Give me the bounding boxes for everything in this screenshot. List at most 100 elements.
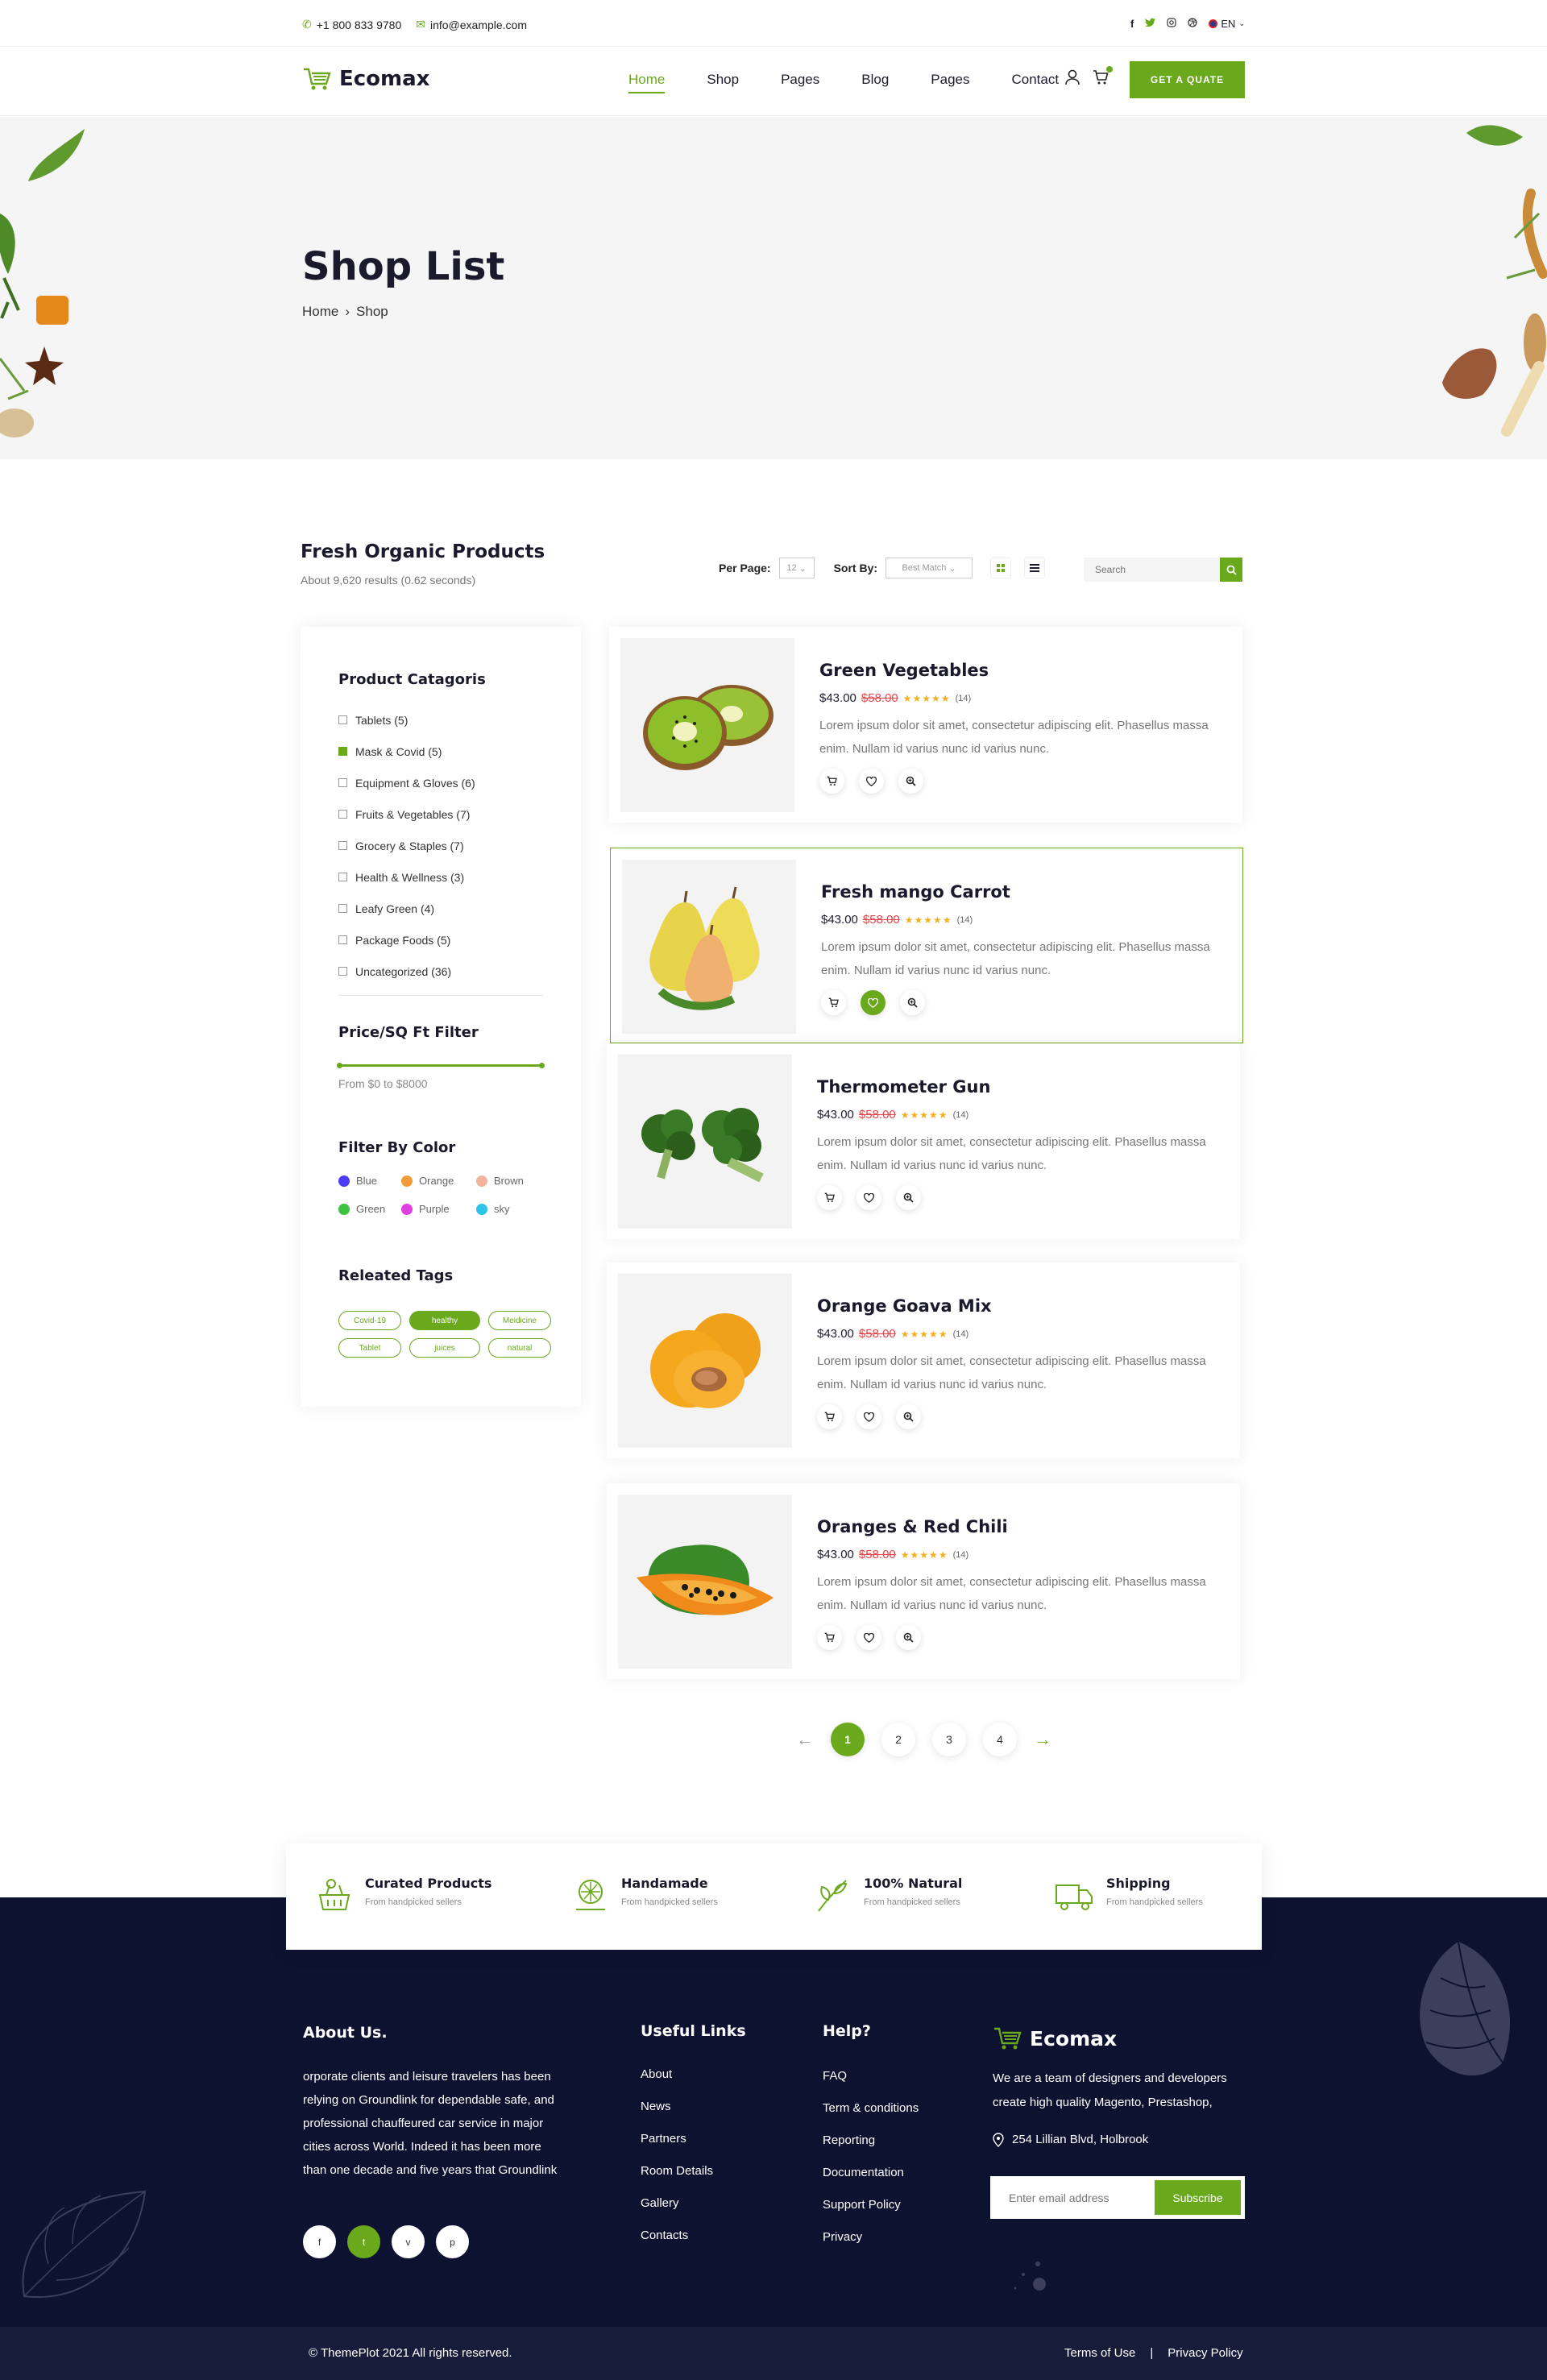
product-card[interactable]: Fresh mango Carrot $43.00 $58.00 ★★★★★ (14) L… [610,848,1243,1043]
per-page-select[interactable]: 12 ⌄ [778,558,815,578]
next-arrow-icon[interactable]: → [1034,1729,1051,1750]
footer-link[interactable]: About [641,2059,713,2091]
product-name[interactable]: Fresh mango Carrot [821,882,1010,902]
category-item[interactable]: Tablets (5) [338,704,475,736]
quick-view-button[interactable] [898,769,923,794]
category-item[interactable]: Fruits & Vegetables (7) [338,798,475,830]
category-item[interactable]: Grocery & Staples (7) [338,830,475,861]
email-contact[interactable]: ✉ info@example.com [416,18,527,31]
tag-chip[interactable]: Covid-19 [338,1311,401,1330]
color-option[interactable]: sky [476,1203,541,1215]
menu-contact[interactable]: Contact [1012,72,1060,93]
sort-select[interactable]: Best Match ⌄ [885,558,973,578]
list-view-icon[interactable] [1024,558,1046,578]
quick-view-button[interactable] [900,990,925,1015]
dribbble-icon[interactable] [1188,18,1197,30]
product-card[interactable]: Orange Goava Mix $43.00 $58.00 ★★★★★ (14) Lor… [607,1263,1240,1458]
get-a-quote-button[interactable]: GET A QUATE [1130,61,1245,98]
wishlist-button[interactable] [861,990,885,1015]
footer-link[interactable]: Room Details [641,2155,713,2187]
tag-chip[interactable]: healthy [409,1311,480,1330]
phone-contact[interactable]: ✆ +1 800 833 9780 [302,18,401,31]
category-item[interactable]: Package Foods (5) [338,924,475,956]
search-input[interactable] [1084,558,1220,582]
tag-chip[interactable]: natural [488,1338,551,1358]
checkbox[interactable] [338,935,347,944]
menu-shop[interactable]: Shop [707,72,739,93]
page-3[interactable]: 3 [932,1723,966,1756]
checkbox[interactable] [338,747,347,756]
terms-link[interactable]: Terms of Use [1064,2346,1135,2360]
wishlist-button[interactable] [856,1625,881,1650]
prev-arrow-icon[interactable]: ← [796,1729,814,1750]
checkbox[interactable] [338,715,347,724]
footer-link[interactable]: Contacts [641,2220,713,2252]
product-name[interactable]: Orange Goava Mix [817,1296,992,1316]
page-2[interactable]: 2 [881,1723,915,1756]
add-to-cart-button[interactable] [817,1625,842,1650]
product-name[interactable]: Oranges & Red Chili [817,1517,1008,1536]
color-option[interactable]: Blue [338,1175,401,1187]
footer-link[interactable]: Reporting [823,2125,919,2157]
logo[interactable]: Ecomax [302,66,429,92]
twitter-icon[interactable]: t [347,2225,380,2258]
grid-view-icon[interactable] [990,558,1012,578]
category-item[interactable]: Equipment & Gloves (6) [338,767,475,798]
facebook-icon[interactable]: f [1130,18,1134,30]
footer-link[interactable]: FAQ [823,2060,919,2092]
product-image[interactable] [618,1495,792,1669]
add-to-cart-button[interactable] [821,990,846,1015]
price-range-slider[interactable] [337,1063,545,1068]
footer-link[interactable]: Term & conditions [823,2092,919,2125]
user-icon[interactable] [1065,69,1080,89]
wishlist-button[interactable] [859,769,884,794]
product-card[interactable]: Oranges & Red Chili $43.00 $58.00 ★★★★★ (14)… [607,1483,1240,1679]
checkbox[interactable] [338,778,347,787]
breadcrumb-home[interactable]: Home [302,304,338,320]
product-name[interactable]: Green Vegetables [819,661,989,680]
checkbox[interactable] [338,873,347,881]
add-to-cart-button[interactable] [817,1404,842,1429]
footer-link[interactable]: News [641,2091,713,2123]
checkbox[interactable] [338,967,347,976]
menu-pages-2[interactable]: Pages [931,72,969,93]
menu-blog[interactable]: Blog [861,72,889,93]
checkbox[interactable] [338,904,347,913]
language-selector[interactable]: EN ⌄ [1209,18,1245,30]
twitter-icon[interactable] [1145,18,1156,30]
category-item[interactable]: Health & Wellness (3) [338,861,475,893]
pinterest-icon[interactable]: p [436,2225,469,2258]
quick-view-button[interactable] [896,1625,921,1650]
menu-pages[interactable]: Pages [781,72,819,93]
search-button[interactable] [1220,558,1242,582]
footer-link[interactable]: Gallery [641,2187,713,2220]
instagram-icon[interactable] [1167,18,1176,30]
footer-link[interactable]: Partners [641,2123,713,2155]
facebook-icon[interactable]: f [303,2225,336,2258]
color-option[interactable]: Purple [401,1203,476,1215]
cart-icon[interactable] [1093,66,1113,89]
color-option[interactable]: Green [338,1203,401,1215]
category-item[interactable]: Leafy Green (4) [338,893,475,924]
wishlist-button[interactable] [856,1185,881,1210]
privacy-link[interactable]: Privacy Policy [1168,2346,1242,2360]
footer-link[interactable]: Documentation [823,2157,919,2189]
tag-chip[interactable]: juices [409,1338,480,1358]
checkbox[interactable] [338,841,347,850]
color-option[interactable]: Orange [401,1175,476,1187]
product-card[interactable]: Green Vegetables $43.00 $58.00 ★★★★★ (14) Lor… [609,627,1242,823]
quick-view-button[interactable] [896,1404,921,1429]
page-1[interactable]: 1 [831,1723,865,1756]
product-name[interactable]: Thermometer Gun [817,1077,990,1097]
footer-logo[interactable]: Ecomax [993,2025,1117,2051]
tag-chip[interactable]: Meidicine [488,1311,551,1330]
color-option[interactable]: Brown [476,1175,541,1187]
page-4[interactable]: 4 [983,1723,1017,1756]
category-item[interactable]: Uncategorized (36) [338,956,475,987]
newsletter-email-input[interactable] [994,2180,1155,2215]
category-item[interactable]: Mask & Covid (5) [338,736,475,767]
product-image[interactable] [622,860,796,1034]
wishlist-button[interactable] [856,1404,881,1429]
footer-link[interactable]: Support Policy [823,2189,919,2221]
product-image[interactable] [618,1274,792,1448]
